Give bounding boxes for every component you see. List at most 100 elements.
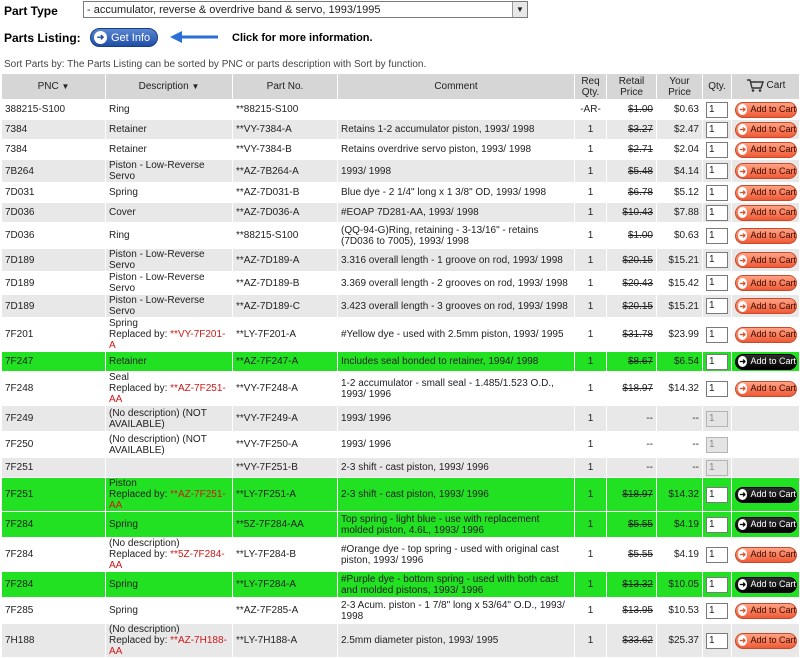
pnc-value: 7F201 [5,329,34,340]
part-no-cell: **LY-7F251-A [232,477,338,512]
req-qty-cell: 1 [574,222,607,249]
pnc-value: 7D189 [5,254,35,266]
part-no-cell: **VY-7F249-A [232,405,338,432]
add-to-cart-button[interactable]: ➜ Add to Cart [735,353,797,370]
qty-input[interactable]: 1 [706,163,728,179]
add-to-cart-button[interactable]: ➜ Add to Cart [735,516,797,533]
add-to-cart-button[interactable]: ➜ Add to Cart [735,380,797,397]
retail-price-value: $18.97 [622,489,653,500]
part-no-cell: **AZ-7D189-C [232,294,338,318]
comment-value: 2-3 shift - cast piston, 1993/ 1996 [341,489,489,500]
qty-cell: 1 [702,571,732,598]
req-qty-value: 1 [587,144,594,155]
your-price-value: $4.19 [673,549,699,560]
your-price-cell: $10.53 [656,597,703,624]
pnc-cell: 7D189 [1,294,106,318]
arrow-right-icon: ➜ [738,635,748,646]
description-cell: (No description) (NOT AVAILABLE) [105,405,233,432]
your-price-cell: $14.32 [656,371,703,406]
description-value: Piston - Low-Reverse Servo [109,249,205,271]
add-to-cart-button[interactable]: ➜ Add to Cart [735,326,797,343]
part-type-select[interactable]: - accumulator, reverse & overdrive band … [83,1,528,18]
add-to-cart-button[interactable]: ➜ Add to Cart [735,602,797,619]
part-no-cell: **AZ-7D189-A [232,248,338,272]
retail-price-value: $1.00 [627,104,653,115]
column-header-description[interactable]: Description ▼ [105,73,233,100]
qty-input[interactable]: 1 [706,121,728,138]
req-qty-cell: 1 [574,294,607,318]
add-to-cart-label: Add to Cart [750,144,796,154]
add-to-cart-button[interactable]: ➜ Add to Cart [735,576,797,593]
qty-input[interactable]: 1 [706,486,728,503]
qty-cell: 1 [702,477,732,512]
get-info-button[interactable]: ➜ Get Info [90,28,158,47]
cart-cell: ➜ Add to Cart [731,202,800,223]
column-header-retail-price: Retail Price [606,73,657,100]
description-value: Piston [109,478,137,490]
qty-input[interactable]: 1 [706,602,728,619]
add-to-cart-button[interactable]: ➜ Add to Cart [735,298,797,314]
retail-price-cell: -- [606,431,657,458]
retail-price-cell: $13.32 [606,571,657,598]
part-no-value: **88215-S100 [236,230,299,241]
req-qty-cell: -AR- [574,99,607,120]
req-qty-value: 1 [587,383,594,394]
table-row: 7D036 Cover **AZ-7D036-A #EOAP 7D281-AA, 19… [1,202,800,223]
retail-price-cell: $6.78 [606,182,657,203]
qty-input[interactable]: 1 [706,227,728,244]
qty-input[interactable]: 1 [706,380,728,397]
req-qty-value: 1 [587,462,594,473]
add-to-cart-button[interactable]: ➜ Add to Cart [735,163,797,179]
arrow-right-icon: ➜ [738,579,748,590]
add-to-cart-button[interactable]: ➜ Add to Cart [735,252,797,268]
comment-cell: 1993/ 1998 [337,159,575,183]
description-cell: Piston - Low-Reverse Servo [105,248,233,272]
retail-price-cell: $5.55 [606,511,657,538]
part-no-value: **LY-7F284-A [236,579,297,590]
add-to-cart-button[interactable]: ➜ Add to Cart [735,275,797,291]
add-to-cart-button[interactable]: ➜ Add to Cart [735,141,797,158]
your-price-value: $15.21 [668,300,699,312]
qty-input: 1 [706,436,728,453]
comment-value: 2.5mm diameter piston, 1993/ 1995 [341,635,499,646]
description-cell: Ring [105,222,233,249]
qty-input[interactable]: 1 [706,101,728,118]
column-header-your-price: Your Price [656,73,703,100]
qty-input[interactable]: 1 [706,546,728,563]
chevron-down-icon[interactable]: ▼ [512,2,527,17]
req-qty-cell: 1 [574,371,607,406]
req-qty-cell: 1 [574,317,607,352]
add-to-cart-button[interactable]: ➜ Add to Cart [735,204,797,221]
qty-input[interactable]: 1 [706,576,728,593]
qty-cell: 1 [702,99,732,120]
add-to-cart-button[interactable]: ➜ Add to Cart [735,227,797,244]
pnc-cell: 7F284 [1,511,106,538]
part-no-cell: **VY-7384-A [232,119,338,140]
add-to-cart-button[interactable]: ➜ Add to Cart [735,546,797,563]
qty-input[interactable]: 1 [706,516,728,533]
qty-input[interactable]: 1 [706,326,728,343]
retail-price-cell: $18.97 [606,477,657,512]
qty-input[interactable]: 1 [706,252,728,268]
add-to-cart-button[interactable]: ➜ Add to Cart [735,101,797,118]
add-to-cart-button[interactable]: ➜ Add to Cart [735,632,797,649]
column-header-pnc[interactable]: PNC ▼ [1,73,106,100]
add-to-cart-label: Add to Cart [750,207,796,217]
arrow-right-icon: ➜ [738,187,748,198]
qty-input[interactable]: 1 [706,275,728,291]
add-to-cart-button[interactable]: ➜ Add to Cart [735,486,797,503]
qty-input: 1 [706,459,728,476]
description-value: (No description) (NOT AVAILABLE) [109,433,207,456]
qty-input[interactable]: 1 [706,298,728,314]
qty-input[interactable]: 1 [706,184,728,201]
part-no-cell: **VY-7F251-B [232,457,338,478]
qty-input[interactable]: 1 [706,353,728,370]
qty-input[interactable]: 1 [706,632,728,649]
part-no-cell: **AZ-7B264-A [232,159,338,183]
qty-input[interactable]: 1 [706,204,728,221]
replaced-label: Replaced by: [109,549,171,560]
description-cell: Retainer [105,351,233,372]
add-to-cart-button[interactable]: ➜ Add to Cart [735,184,797,201]
add-to-cart-button[interactable]: ➜ Add to Cart [735,121,797,138]
qty-input[interactable]: 1 [706,141,728,158]
